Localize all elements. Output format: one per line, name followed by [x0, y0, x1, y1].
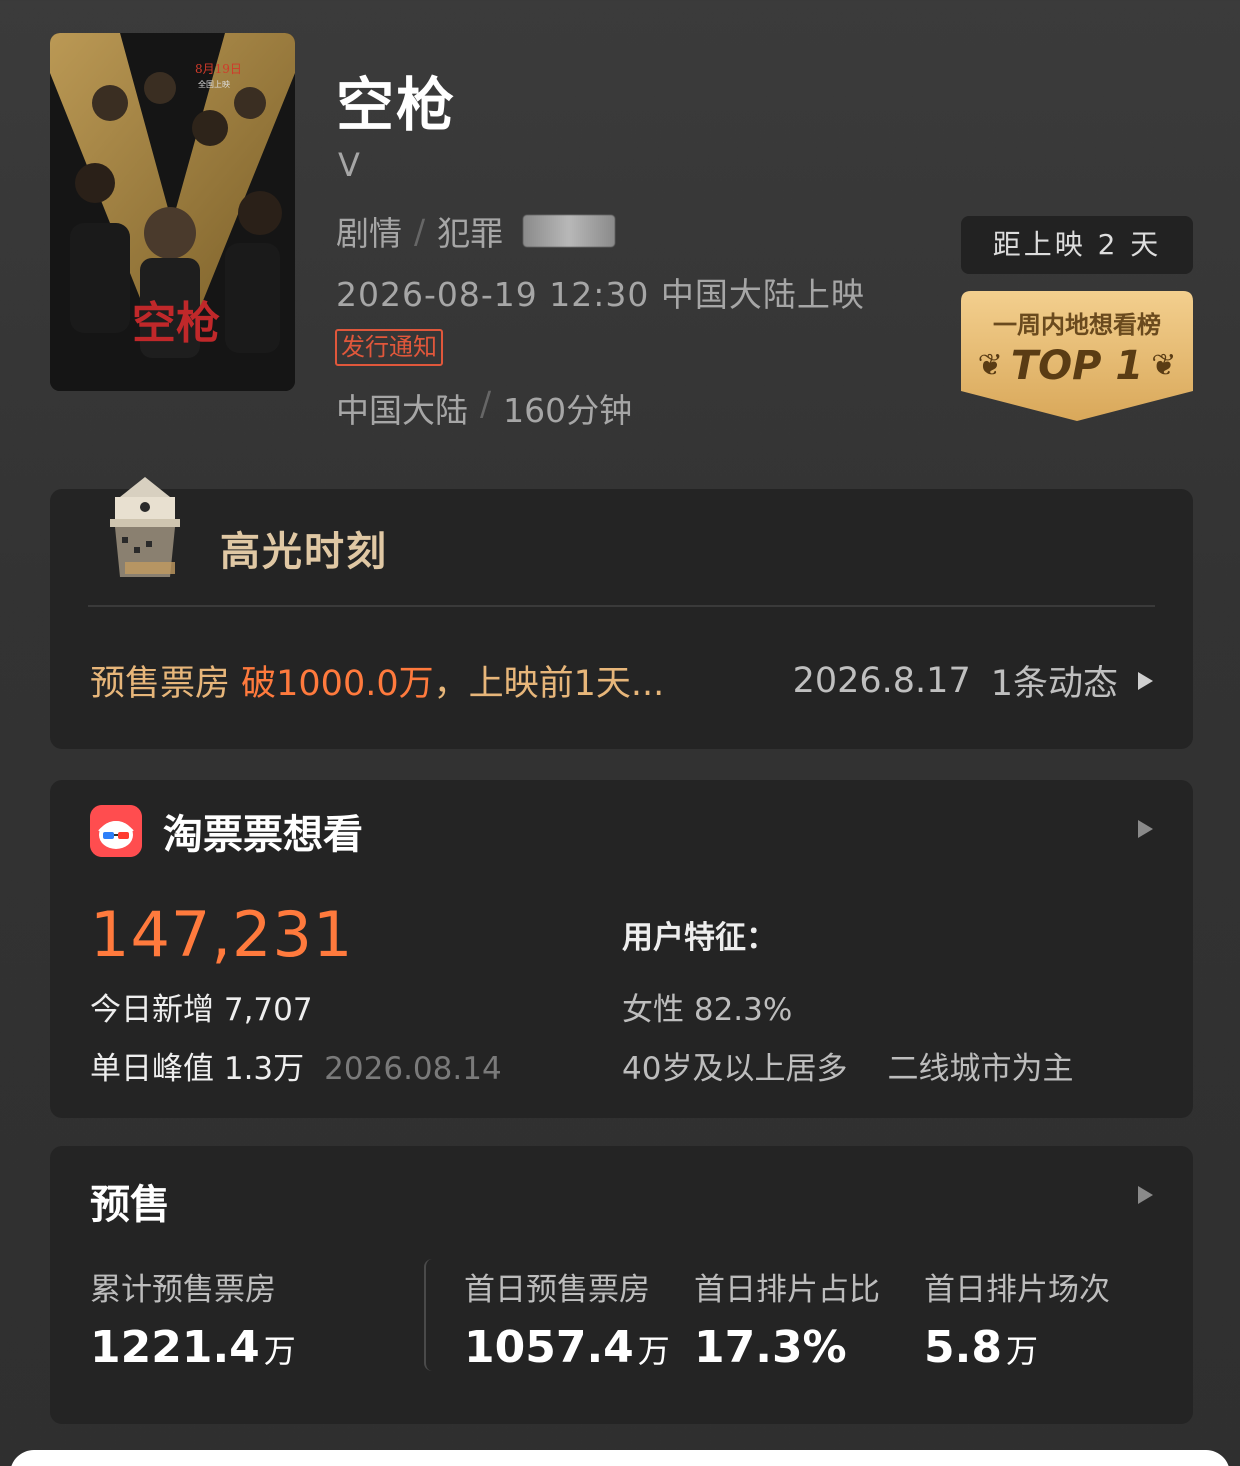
highlight-suffix: ，上映前1天...: [433, 664, 665, 704]
stat-label: 累计预售票房: [90, 1272, 276, 1308]
stat-value: 1221.4 万: [90, 1322, 296, 1373]
wish-new-today: 今日新增 7,707: [90, 984, 313, 1029]
wish-peak: 单日峰值 1.3万 2026.08.14: [90, 1043, 502, 1088]
stat-unit: 万: [1005, 1332, 1038, 1370]
presale-card[interactable]: 预售 累计预售票房 1221.4 万 首日预售票房 1057.4 万 首日排片占比 …: [50, 1146, 1193, 1424]
highlight-prefix: 预售票房: [90, 664, 242, 704]
peak-value: 1.3万: [223, 1051, 305, 1087]
user-age: 40岁及以上居多: [622, 1051, 848, 1087]
wish-card[interactable]: 淘票票想看 147,231 今日新增 7,707 单日峰值 1.3万 2026.0…: [50, 780, 1193, 1118]
highlight-text: 预售票房 破1000.0万，上映前1天...: [90, 655, 664, 706]
stat-number: 1057.4: [464, 1322, 634, 1373]
play-arrow-icon[interactable]: [1138, 1186, 1153, 1204]
genre-tag: 犯罪: [437, 214, 504, 253]
movie-subtitle: V: [338, 146, 360, 184]
poster-subtext: 全国上映: [198, 79, 230, 89]
divider: [424, 1259, 432, 1371]
stat-number: 5.8: [924, 1322, 1002, 1373]
duration: 160分钟: [503, 391, 633, 430]
stat-label: 首日排片占比: [694, 1272, 880, 1308]
stat-label: 首日预售票房: [464, 1272, 650, 1308]
rank-top-label: TOP 1: [1010, 343, 1144, 389]
user-city: 二线城市为主: [887, 1051, 1074, 1087]
poster-title: 空枪: [132, 298, 220, 349]
peak-date: 2026.08.14: [324, 1051, 502, 1087]
blurred-tag: [523, 215, 616, 247]
rank-position: ❦ TOP 1 ❦: [961, 343, 1193, 389]
genre-tag: 剧情: [336, 214, 402, 253]
user-female-ratio: 女性 82.3%: [622, 992, 793, 1028]
movie-poster[interactable]: 8月19日 全国上映 空枪: [50, 33, 295, 391]
highlight-date: 2026.8.17: [792, 660, 971, 701]
divider: [88, 605, 1155, 607]
stat-unit: 万: [263, 1332, 296, 1370]
release-notice-tag[interactable]: 发行通知: [335, 329, 443, 366]
release-countdown-badge: 距上映 2 天: [961, 216, 1193, 274]
highlight-accent: 破1000.0万: [241, 664, 434, 704]
highlight-card[interactable]: 高光时刻 预售票房 破1000.0万，上映前1天... 2026.8.17 1条…: [50, 477, 1193, 749]
play-arrow-icon: [1138, 671, 1153, 690]
region-duration: 中国大陆 / 160分钟: [336, 384, 632, 432]
poster-art: 8月19日 全国上映 空枪: [50, 33, 295, 391]
rank-title: 一周内地想看榜: [993, 311, 1161, 339]
poster-date: 8月19日: [195, 62, 242, 76]
movie-title: 空枪: [336, 71, 457, 139]
play-arrow-icon[interactable]: [1138, 820, 1153, 838]
separator: /: [480, 384, 492, 423]
highlight-count: 1条动态: [990, 664, 1118, 704]
user-features-title: 用户特征：: [622, 920, 777, 956]
highlight-title: 高光时刻: [220, 529, 388, 575]
stat-unit: 万: [637, 1332, 670, 1370]
highlight-meta[interactable]: 2026.8.17 1条动态: [793, 655, 1153, 706]
peak-label: 单日峰值: [90, 1051, 214, 1087]
stat-value: 1057.4 万: [464, 1322, 670, 1373]
stat-value: 5.8 万: [924, 1322, 1038, 1373]
new-today-value: 7,707: [223, 992, 313, 1028]
wish-rank-badge[interactable]: 一周内地想看榜 ❦ TOP 1 ❦: [961, 291, 1193, 421]
presale-title: 预售: [90, 1182, 170, 1228]
wish-total: 147,231: [90, 898, 354, 971]
wish-title: 淘票票想看: [163, 812, 363, 858]
laurel-right-icon: ❦: [1151, 348, 1177, 383]
separator: /: [414, 211, 426, 251]
genre-list: 剧情 / 犯罪: [336, 207, 616, 255]
release-info: 2026-08-19 12:30 中国大陆上映: [336, 275, 865, 314]
stat-label: 首日排片场次: [924, 1272, 1110, 1308]
film-tower-icon: [110, 477, 180, 577]
region: 中国大陆: [336, 391, 468, 430]
user-traits: 40岁及以上居多 二线城市为主: [622, 1043, 1073, 1088]
stat-number: 1221.4: [90, 1322, 260, 1373]
stat-value: 17.3%: [694, 1322, 847, 1373]
laurel-left-icon: ❦: [977, 348, 1003, 383]
stat-number: 17.3%: [694, 1322, 847, 1373]
taopiaopiao-logo-icon: [90, 805, 142, 857]
new-today-label: 今日新增: [90, 992, 214, 1028]
bottom-sheet-edge: [10, 1450, 1230, 1466]
